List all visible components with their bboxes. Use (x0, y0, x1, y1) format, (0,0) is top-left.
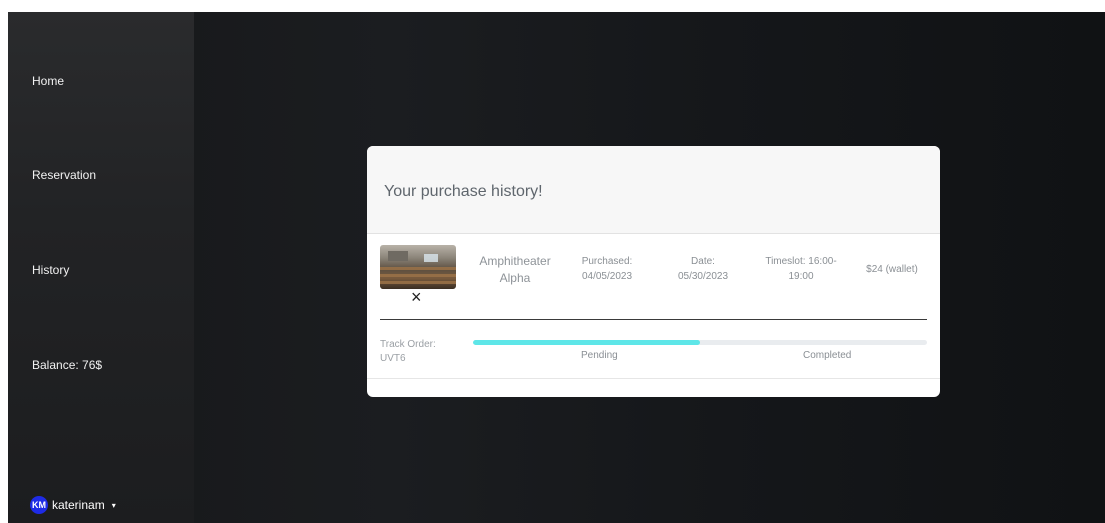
row-separator (367, 378, 940, 379)
sidebar-item-home[interactable]: Home (32, 74, 64, 88)
sidebar-item-reservation[interactable]: Reservation (32, 168, 96, 182)
room-name: Amphitheater Alpha (479, 254, 551, 285)
modal-title: Your purchase history! (384, 183, 543, 200)
price: $24 (wallet) (866, 264, 918, 275)
sidebar: Home Reservation History Balance: 76$ KM… (8, 12, 194, 523)
date-value: 05/30/2023 (677, 271, 729, 282)
divider (380, 319, 927, 320)
chevron-down-icon: ▾ (111, 500, 116, 510)
thumbnail-seat-row (380, 274, 456, 277)
modal-header: Your purchase history! (367, 146, 940, 234)
sidebar-item-history[interactable]: History (32, 263, 69, 277)
username: katerinam (52, 498, 105, 512)
order-progress-fill (473, 340, 700, 345)
purchase-date: Purchased: 04/05/2023 (572, 254, 642, 284)
purchase-history-modal: Your purchase history! × Amphitheater Al… (367, 146, 940, 397)
close-icon[interactable]: × (411, 288, 422, 306)
thumbnail-board (388, 251, 408, 261)
room-thumbnail (380, 245, 456, 289)
status-completed: Completed (803, 350, 852, 361)
track-order: Track Order: UVT6 (380, 338, 460, 366)
sidebar-item-balance[interactable]: Balance: 76$ (32, 358, 102, 372)
user-menu[interactable]: KM katerinam ▾ (30, 496, 116, 514)
thumbnail-screen (424, 254, 438, 262)
thumbnail-seat-row (380, 267, 456, 270)
app-window: Home Reservation History Balance: 76$ KM… (8, 12, 1105, 523)
track-order-label: Track Order: (380, 339, 436, 350)
purchased-label: Purchased: (581, 256, 633, 267)
purchased-value: 04/05/2023 (581, 271, 633, 282)
order-progress-bar (473, 340, 927, 345)
timeslot: Timeslot: 16:00-19:00 (765, 256, 837, 282)
track-order-code: UVT6 (380, 353, 406, 364)
avatar: KM (30, 496, 48, 514)
reservation-date: Date: 05/30/2023 (668, 254, 738, 284)
thumbnail-seat-row (380, 281, 456, 284)
status-pending: Pending (581, 350, 618, 361)
date-label: Date: (691, 256, 715, 267)
